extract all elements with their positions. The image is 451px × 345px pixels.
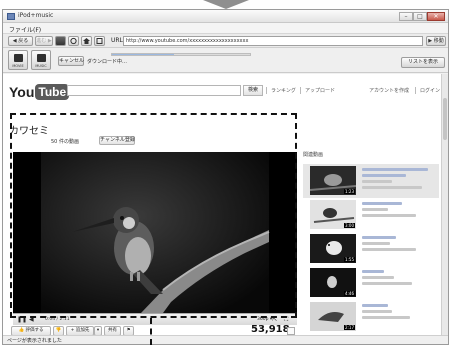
movie-icon xyxy=(14,54,23,62)
window-title: iPod+music xyxy=(18,12,54,19)
related-videos-header: 関連動画 xyxy=(303,152,324,158)
related-duration: 1:55 xyxy=(344,257,355,262)
related-info xyxy=(362,270,432,288)
related-duration: 1:23 xyxy=(344,189,355,194)
reload-icon xyxy=(70,37,77,45)
logo-tube: Tube xyxy=(35,84,70,100)
related-info xyxy=(362,168,432,192)
highlight-annotation-tail xyxy=(150,318,152,345)
related-info xyxy=(362,304,432,322)
back-button[interactable]: ◀ 戻る xyxy=(8,36,33,46)
download-progress-fill xyxy=(112,54,175,55)
download-toolbar: MOVIE MUSIC キャンセル ダウンロード中… リストを表示 xyxy=(3,48,448,73)
related-info xyxy=(362,202,432,220)
search-button[interactable]: 検索 xyxy=(243,85,263,96)
login-link[interactable]: ログイン xyxy=(420,87,440,94)
cancel-button[interactable]: キャンセル xyxy=(58,56,84,66)
arrow-down-indicator xyxy=(203,0,249,9)
movie-label: MOVIE xyxy=(12,64,24,68)
reload-button[interactable] xyxy=(68,36,79,46)
view-count: 53,918 xyxy=(251,324,290,335)
create-account-link[interactable]: アカウントを作成 xyxy=(369,87,409,94)
related-videos-list: 1:23 3:00 1:55 4:46 2:17 xyxy=(303,164,439,336)
nav-upload-link[interactable]: アップロード xyxy=(305,87,335,94)
related-video-item[interactable]: 1:23 xyxy=(303,164,439,198)
nav-divider xyxy=(300,87,301,94)
forward-button[interactable]: 進む ▶ xyxy=(35,36,53,46)
menu-bar: ファイル(F) xyxy=(3,23,448,34)
maximize-button[interactable]: □ xyxy=(413,12,427,21)
go-button[interactable]: ▶ 移動 xyxy=(426,36,446,46)
nav-ranking-link[interactable]: ランキング xyxy=(271,87,296,94)
music-icon xyxy=(37,54,46,62)
vertical-scrollbar[interactable] xyxy=(441,74,448,336)
related-thumbnail[interactable]: 1:55 xyxy=(310,234,356,263)
minimize-button[interactable]: – xyxy=(399,12,413,21)
movie-button[interactable]: MOVIE xyxy=(8,50,28,70)
related-thumbnail[interactable]: 1:23 xyxy=(310,166,356,195)
search-input[interactable] xyxy=(67,85,241,96)
logo-you: You xyxy=(9,84,35,100)
stats-icon[interactable] xyxy=(287,327,295,335)
download-status: ダウンロード中… xyxy=(87,59,128,65)
related-duration: 2:17 xyxy=(344,325,355,330)
highlight-annotation-box xyxy=(10,113,297,318)
download-progress xyxy=(111,53,251,56)
related-thumbnail[interactable]: 3:00 xyxy=(310,200,356,229)
status-bar: ページが表示されました xyxy=(3,335,448,344)
status-text: ページが表示されました xyxy=(7,338,62,344)
music-button[interactable]: MUSIC xyxy=(31,50,51,70)
related-video-item[interactable]: 1:55 xyxy=(303,232,439,266)
stop-button[interactable] xyxy=(55,36,66,46)
related-duration: 4:46 xyxy=(344,291,355,296)
related-video-item[interactable]: 4:46 xyxy=(303,266,439,300)
youtube-logo[interactable]: You Tube xyxy=(9,84,70,100)
title-bar: iPod+music – □ ✕ xyxy=(3,10,448,23)
scrollbar-thumb[interactable] xyxy=(443,98,447,140)
related-video-item[interactable]: 3:00 xyxy=(303,198,439,232)
menu-file[interactable]: ファイル(F) xyxy=(9,25,41,34)
related-thumbnail[interactable]: 2:17 xyxy=(310,302,356,331)
nav-divider xyxy=(266,87,267,94)
favorites-icon xyxy=(96,38,103,44)
music-label: MUSIC xyxy=(35,64,47,68)
related-thumbnail[interactable]: 4:46 xyxy=(310,268,356,297)
home-icon xyxy=(83,38,90,44)
close-button[interactable]: ✕ xyxy=(427,12,445,21)
home-button[interactable] xyxy=(81,36,92,46)
related-info xyxy=(362,236,432,254)
app-icon xyxy=(7,13,15,20)
favorites-button[interactable] xyxy=(94,36,105,46)
related-video-item[interactable]: 2:17 xyxy=(303,300,439,334)
nav-divider xyxy=(415,87,416,94)
url-field[interactable]: http://www.youtube.com/xxxxxxxxxxxxxxxxx… xyxy=(123,36,423,46)
related-duration: 3:00 xyxy=(344,223,355,228)
show-list-button[interactable]: リストを表示 xyxy=(401,57,445,68)
navigation-bar: ◀ 戻る 進む ▶ URL: http://www.youtube.com/xx… xyxy=(3,34,448,48)
